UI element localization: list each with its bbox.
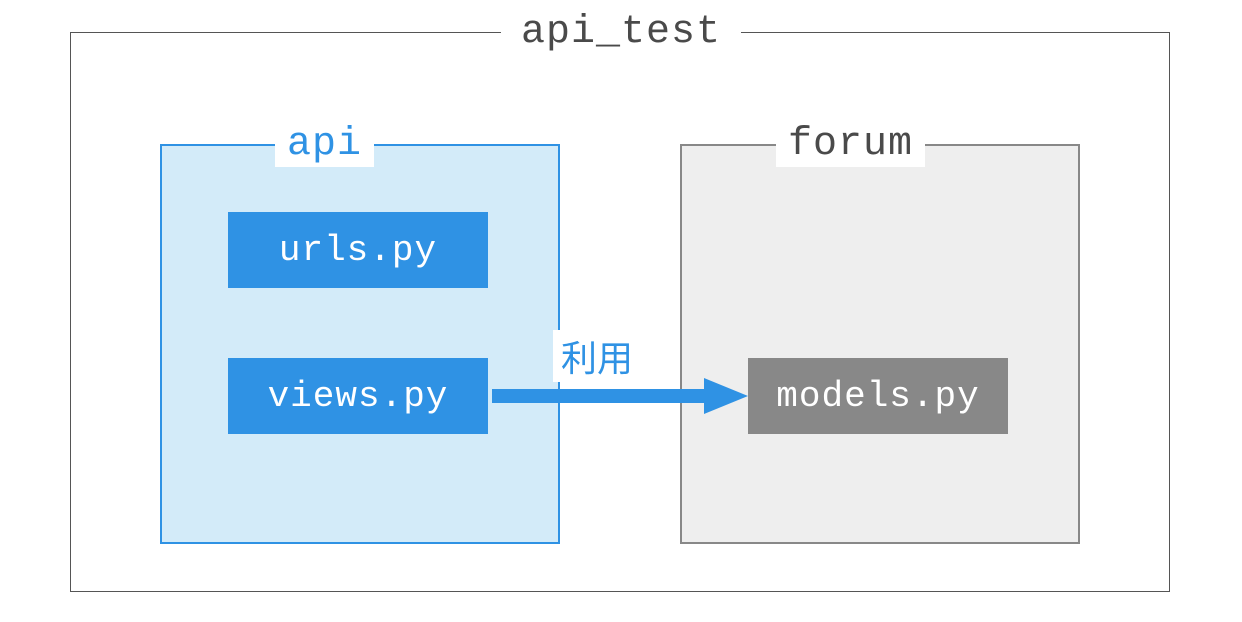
diagram-container: api_test api forum urls.py views.py mode… bbox=[0, 0, 1242, 622]
arrow-label: 利用 bbox=[553, 330, 641, 382]
file-urls-py: urls.py bbox=[228, 212, 488, 288]
file-views-py: views.py bbox=[228, 358, 488, 434]
outer-label: api_test bbox=[501, 10, 741, 55]
file-models-py: models.py bbox=[748, 358, 1008, 434]
api-box bbox=[160, 144, 560, 544]
arrow-right-icon bbox=[492, 376, 748, 416]
arrow-uses bbox=[492, 376, 748, 416]
api-label: api bbox=[275, 122, 374, 167]
forum-label: forum bbox=[776, 122, 925, 167]
forum-box bbox=[680, 144, 1080, 544]
